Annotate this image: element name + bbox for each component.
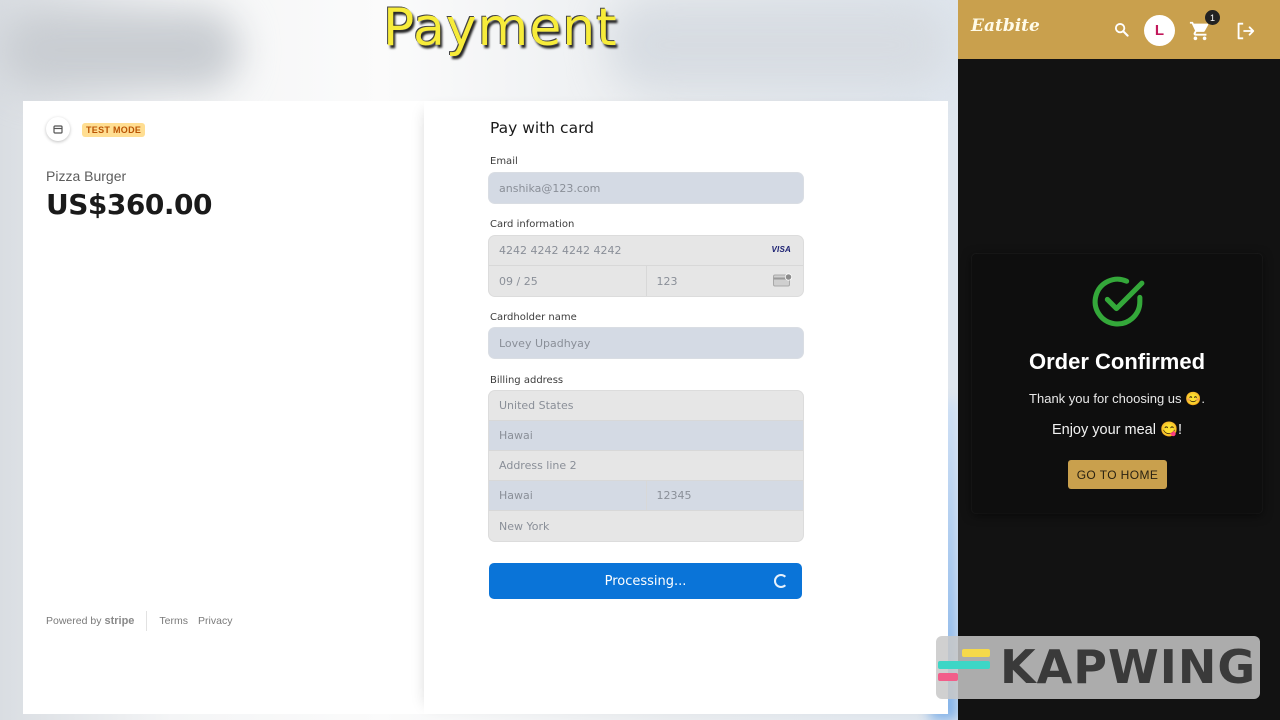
check-circle-icon <box>1092 276 1145 327</box>
overlay-title: Payment <box>383 0 618 58</box>
powered-by-text: Powered by <box>46 615 102 627</box>
state-value: New York <box>499 519 550 533</box>
address-line1-value: Hawai <box>499 429 533 442</box>
cardholder-value: Lovey Upadhyay <box>499 336 591 350</box>
logout-icon[interactable] <box>1234 20 1256 42</box>
city-field[interactable]: Hawai <box>489 481 646 510</box>
product-name: Pizza Burger <box>46 168 127 184</box>
email-value: anshika@123.com <box>499 181 601 195</box>
confirm-title: Order Confirmed <box>1028 349 1206 374</box>
visa-icon: VISA <box>771 245 791 254</box>
background-blur-blob <box>610 0 950 90</box>
country-select[interactable]: United States <box>489 391 803 421</box>
card-expiry-cvc-row: 09 / 25 123 <box>489 266 803 296</box>
merchant-icon[interactable] <box>46 117 70 141</box>
card-number-value: 4242 4242 4242 4242 <box>499 244 622 257</box>
loading-spinner-icon <box>774 574 788 588</box>
email-field[interactable]: anshika@123.com <box>489 173 803 203</box>
footer-divider <box>146 611 148 631</box>
store-icon <box>53 125 63 134</box>
kapwing-wordmark: KAPWING <box>1000 640 1257 694</box>
go-to-home-button[interactable]: GO TO HOME <box>1068 460 1167 489</box>
cardholder-field[interactable]: Lovey Upadhyay <box>489 328 803 358</box>
address-line1-field[interactable]: Hawai <box>489 421 803 451</box>
form-title: Pay with card <box>490 119 595 137</box>
cardholder-label: Cardholder name <box>490 312 577 323</box>
test-mode-badge: TEST MODE <box>82 123 146 137</box>
cart-count-badge: 1 <box>1205 10 1220 25</box>
search-icon[interactable] <box>1114 22 1129 37</box>
state-select[interactable]: New York <box>489 511 803 541</box>
billing-label: Billing address <box>490 375 564 386</box>
checkout-footer: Powered by stripe Terms Privacy <box>46 611 242 631</box>
billing-address-group: United States Hawai Address line 2 Hawai… <box>489 391 803 541</box>
zip-field[interactable]: 12345 <box>645 481 804 510</box>
thank-you-message: Thank you for choosing us 😊. <box>1029 391 1205 406</box>
pay-button-label: Processing... <box>604 573 687 589</box>
kapwing-logo-icon <box>938 649 990 681</box>
privacy-link[interactable]: Privacy <box>198 615 232 627</box>
cvc-card-icon <box>773 273 793 287</box>
brand-logo[interactable]: Eatbite <box>971 16 1040 36</box>
city-zip-row: Hawai 12345 <box>489 481 803 511</box>
card-number-field[interactable]: 4242 4242 4242 4242 VISA <box>489 236 803 266</box>
enjoy-meal-message: Enjoy your meal 😋! <box>1051 422 1183 438</box>
background-blur-blob <box>0 10 240 90</box>
order-price: US$360.00 <box>46 188 212 221</box>
stripe-logo[interactable]: stripe <box>104 615 134 627</box>
address-line2-placeholder: Address line 2 <box>499 459 577 472</box>
card-info-label: Card information <box>490 219 575 230</box>
card-info-group: 4242 4242 4242 4242 VISA 09 / 25 123 <box>489 236 803 296</box>
pay-button[interactable]: Processing... <box>489 563 802 599</box>
address-line2-field[interactable]: Address line 2 <box>489 451 803 481</box>
avatar[interactable]: L <box>1144 15 1175 46</box>
country-value: United States <box>499 399 574 412</box>
email-label: Email <box>490 156 518 167</box>
terms-link[interactable]: Terms <box>159 615 188 627</box>
expiry-field[interactable]: 09 / 25 <box>489 266 646 296</box>
